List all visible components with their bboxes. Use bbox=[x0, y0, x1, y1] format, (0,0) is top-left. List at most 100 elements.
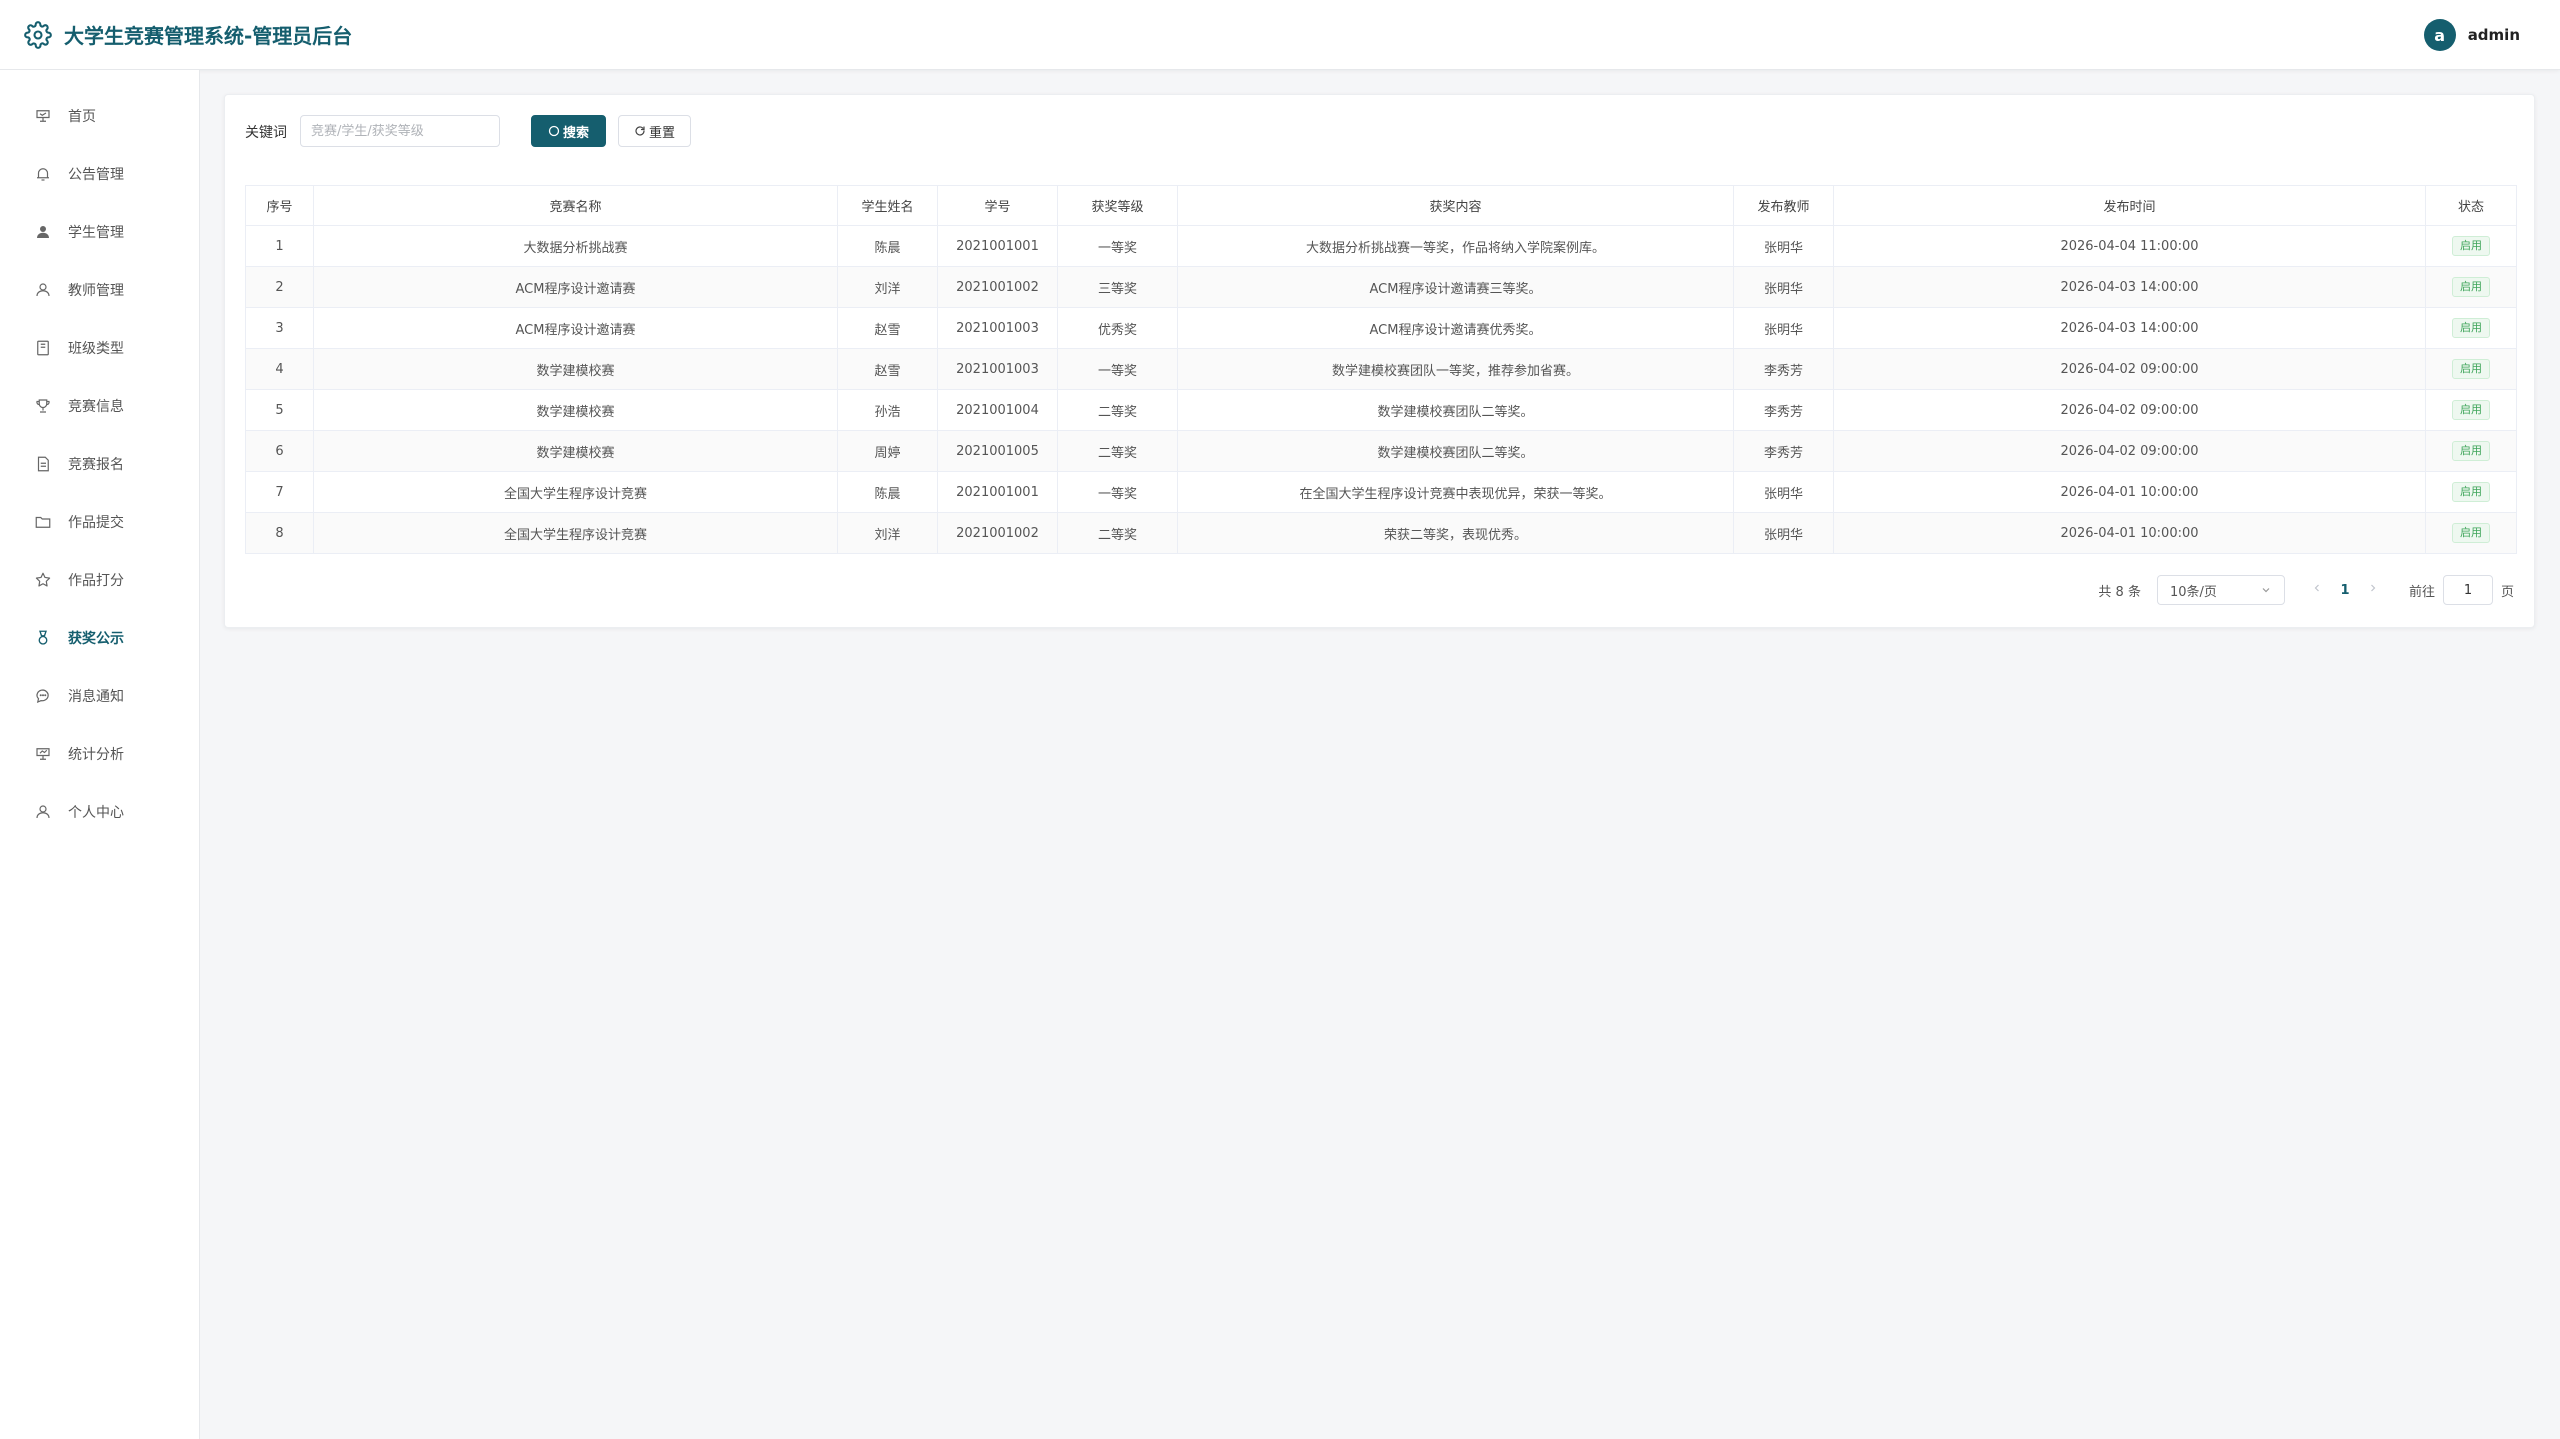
goto-page-input[interactable] bbox=[2442, 575, 2493, 605]
page-size-select[interactable]: 10条/页 bbox=[2156, 575, 2285, 605]
cell-award-content: 数学建模校赛团队二等奖。 bbox=[1177, 389, 1734, 431]
column-header[interactable]: 竞赛名称 bbox=[313, 185, 838, 226]
cell-student: 孙浩 bbox=[837, 389, 938, 431]
user-menu[interactable]: a admin bbox=[2423, 19, 2520, 51]
cell-status: 启用 bbox=[2425, 512, 2517, 554]
search-button[interactable]: 搜索 bbox=[531, 115, 606, 147]
table-row[interactable]: 8 全国大学生程序设计竞赛 刘洋 2021001002 二等奖 荣获二等奖，表现… bbox=[245, 512, 2517, 554]
cell-index: 1 bbox=[245, 225, 314, 267]
cell-award-content: ACM程序设计邀请赛优秀奖。 bbox=[1177, 307, 1734, 349]
avatar[interactable]: a bbox=[2423, 19, 2456, 51]
cell-student: 赵雪 bbox=[837, 348, 938, 390]
column-header[interactable]: 学生姓名 bbox=[837, 185, 938, 226]
cell-publish-time: 2026-04-04 11:00:00 bbox=[1833, 225, 2426, 267]
bell-icon bbox=[37, 168, 49, 181]
table-row[interactable]: 3 ACM程序设计邀请赛 赵雪 2021001003 优秀奖 ACM程序设计邀请… bbox=[245, 307, 2517, 349]
status-badge: 启用 bbox=[2452, 236, 2490, 256]
status-badge: 启用 bbox=[2452, 400, 2490, 420]
sidebar-item-class-types[interactable]: 班级类型 bbox=[0, 328, 200, 368]
sidebar-item-students[interactable]: 学生管理 bbox=[0, 212, 200, 252]
pagination: 共 8 条 10条/页 1 前往 页 bbox=[2098, 575, 2514, 605]
chevron-down-icon bbox=[2262, 588, 2270, 593]
sidebar-item-home[interactable]: 首页 bbox=[0, 96, 200, 136]
table-row[interactable]: 2 ACM程序设计邀请赛 刘洋 2021001002 三等奖 ACM程序设计邀请… bbox=[245, 266, 2517, 308]
sidebar-item-teachers[interactable]: 教师管理 bbox=[0, 270, 200, 310]
chevron-left-icon bbox=[2314, 584, 2319, 592]
cell-student: 赵雪 bbox=[837, 307, 938, 349]
cell-status: 启用 bbox=[2425, 225, 2517, 267]
cell-publish-time: 2026-04-03 14:00:00 bbox=[1833, 307, 2426, 349]
gear-icon bbox=[24, 21, 52, 49]
cell-award-level: 一等奖 bbox=[1057, 471, 1178, 513]
prev-page-button[interactable] bbox=[2305, 582, 2329, 598]
sidebar-item-scoring[interactable]: 作品打分 bbox=[0, 560, 200, 600]
cell-student-id: 2021001003 bbox=[937, 307, 1058, 349]
medal-icon bbox=[38, 630, 48, 645]
sidebar-item-messages[interactable]: 消息通知 bbox=[0, 676, 200, 716]
sidebar-item-label: 学生管理 bbox=[68, 225, 124, 241]
cell-publish-time: 2026-04-01 10:00:00 bbox=[1833, 512, 2426, 554]
cell-award-content: 荣获二等奖，表现优秀。 bbox=[1177, 512, 1734, 554]
cell-teacher: 李秀芳 bbox=[1733, 430, 1834, 472]
cell-publish-time: 2026-04-02 09:00:00 bbox=[1833, 430, 2426, 472]
cell-student-id: 2021001005 bbox=[937, 430, 1058, 472]
awards-table: 序号 竞赛名称 学生姓名 学号 获奖等级 获奖内容 发布教师 发布时间 状态 1… bbox=[245, 185, 2517, 554]
reset-button-label: 重置 bbox=[648, 125, 675, 141]
folder-icon bbox=[35, 516, 51, 528]
page-number-current[interactable]: 1 bbox=[2329, 583, 2361, 598]
status-badge: 启用 bbox=[2452, 523, 2490, 543]
sidebar-item-label: 竞赛报名 bbox=[68, 457, 124, 473]
sidebar-item-label: 公告管理 bbox=[68, 167, 124, 183]
user-icon bbox=[36, 805, 50, 819]
table-row[interactable]: 1 大数据分析挑战赛 陈晨 2021001001 一等奖 大数据分析挑战赛一等奖… bbox=[245, 225, 2517, 267]
sidebar-item-registration[interactable]: 竞赛报名 bbox=[0, 444, 200, 484]
status-badge: 启用 bbox=[2452, 277, 2490, 297]
document-icon bbox=[37, 456, 49, 472]
column-header[interactable]: 获奖等级 bbox=[1057, 185, 1178, 226]
username[interactable]: admin bbox=[2468, 26, 2520, 44]
cell-student-id: 2021001004 bbox=[937, 389, 1058, 431]
cell-award-level: 优秀奖 bbox=[1057, 307, 1178, 349]
trophy-icon bbox=[36, 399, 50, 413]
cell-student: 刘洋 bbox=[837, 512, 938, 554]
sidebar-item-announcements[interactable]: 公告管理 bbox=[0, 154, 200, 194]
cell-teacher: 李秀芳 bbox=[1733, 389, 1834, 431]
cell-competition: 全国大学生程序设计竞赛 bbox=[313, 471, 838, 513]
column-header[interactable]: 序号 bbox=[245, 185, 314, 226]
sidebar-item-competitions[interactable]: 竞赛信息 bbox=[0, 386, 200, 426]
keyword-input[interactable] bbox=[300, 115, 500, 147]
cell-student: 周婷 bbox=[837, 430, 938, 472]
column-header[interactable]: 学号 bbox=[937, 185, 1058, 226]
cell-competition: 数学建模校赛 bbox=[313, 430, 838, 472]
next-page-button[interactable] bbox=[2361, 582, 2385, 598]
status-badge: 启用 bbox=[2452, 482, 2490, 502]
cell-award-content: ACM程序设计邀请赛三等奖。 bbox=[1177, 266, 1734, 308]
home-icon bbox=[36, 110, 50, 122]
cell-status: 启用 bbox=[2425, 307, 2517, 349]
table-row[interactable]: 4 数学建模校赛 赵雪 2021001003 一等奖 数学建模校赛团队一等奖，推… bbox=[245, 348, 2517, 390]
sidebar-item-profile[interactable]: 个人中心 bbox=[0, 792, 200, 832]
sidebar-item-statistics[interactable]: 统计分析 bbox=[0, 734, 200, 774]
table-row[interactable]: 6 数学建模校赛 周婷 2021001005 二等奖 数学建模校赛团队二等奖。 … bbox=[245, 430, 2517, 472]
column-header[interactable]: 状态 bbox=[2425, 185, 2517, 226]
sidebar-item-label: 作品提交 bbox=[68, 515, 124, 531]
cell-status: 启用 bbox=[2425, 430, 2517, 472]
table-row[interactable]: 5 数学建模校赛 孙浩 2021001004 二等奖 数学建模校赛团队二等奖。 … bbox=[245, 389, 2517, 431]
column-header[interactable]: 发布教师 bbox=[1733, 185, 1834, 226]
table-row[interactable]: 7 全国大学生程序设计竞赛 陈晨 2021001001 一等奖 在全国大学生程序… bbox=[245, 471, 2517, 513]
sidebar-item-submissions[interactable]: 作品提交 bbox=[0, 502, 200, 542]
column-header[interactable]: 获奖内容 bbox=[1177, 185, 1734, 226]
sidebar-item-label: 作品打分 bbox=[68, 573, 124, 589]
reset-button[interactable]: 重置 bbox=[618, 115, 691, 147]
cell-award-content: 在全国大学生程序设计竞赛中表现优异，荣获一等奖。 bbox=[1177, 471, 1734, 513]
sidebar-item-awards[interactable]: 获奖公示 bbox=[0, 618, 200, 658]
cell-student: 陈晨 bbox=[837, 225, 938, 267]
user-filled-icon bbox=[37, 226, 49, 238]
cell-teacher: 张明华 bbox=[1733, 266, 1834, 308]
cell-index: 2 bbox=[245, 266, 314, 308]
status-badge: 启用 bbox=[2452, 441, 2490, 461]
cell-award-content: 数学建模校赛团队二等奖。 bbox=[1177, 430, 1734, 472]
cell-award-level: 二等奖 bbox=[1057, 512, 1178, 554]
column-header[interactable]: 发布时间 bbox=[1833, 185, 2426, 226]
cell-teacher: 张明华 bbox=[1733, 512, 1834, 554]
